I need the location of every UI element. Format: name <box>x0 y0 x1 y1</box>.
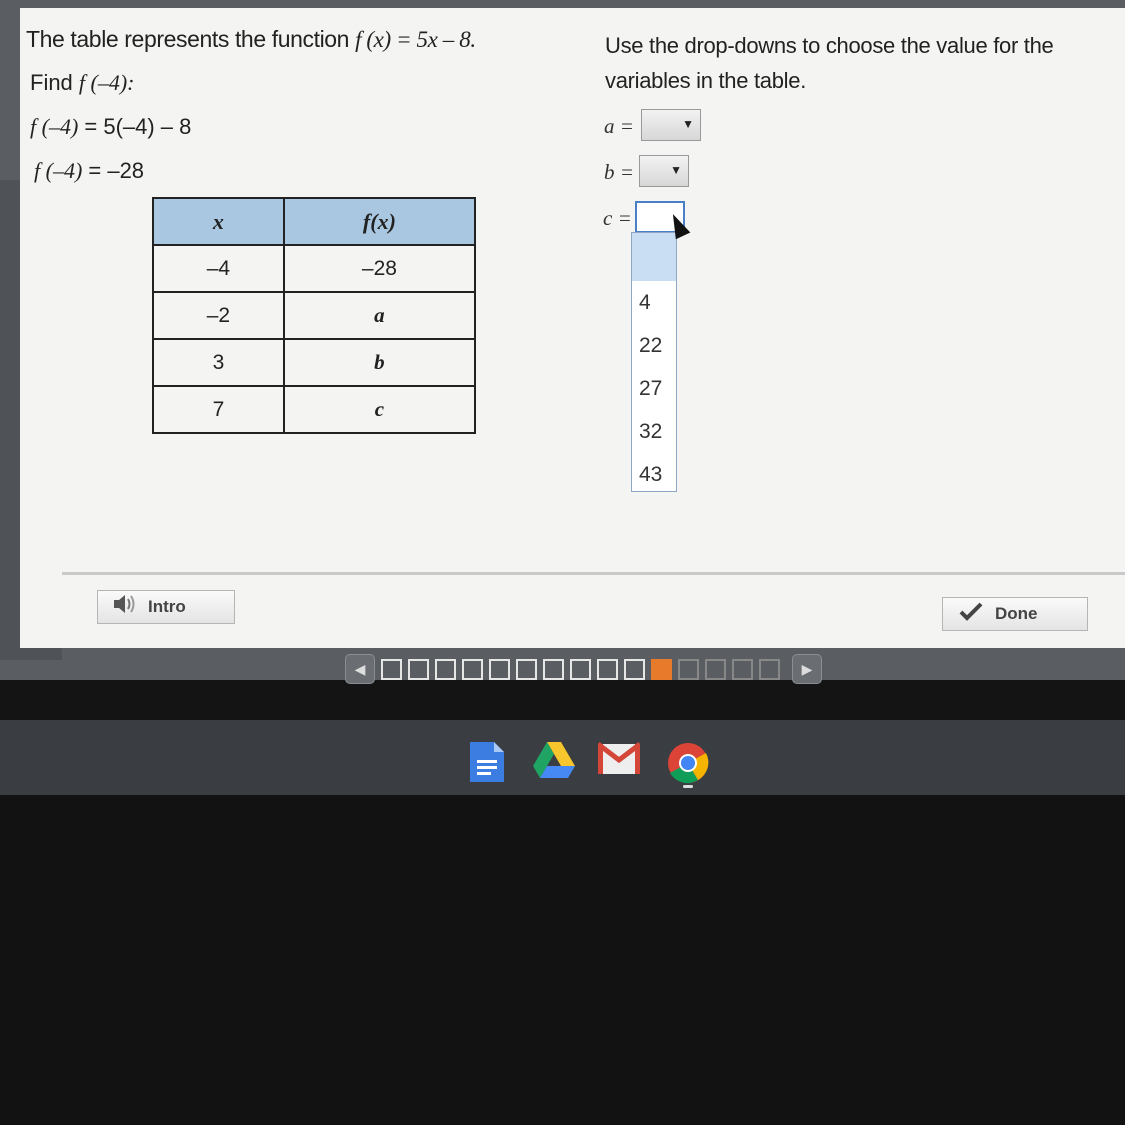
dropdown-option-blank[interactable] <box>632 233 676 281</box>
step2-rhs: = –28 <box>82 158 145 183</box>
dropdown-a[interactable]: ▼ <box>641 109 701 141</box>
progress-step[interactable] <box>570 658 591 680</box>
progress-step[interactable] <box>597 658 618 680</box>
progress-step[interactable] <box>381 658 402 680</box>
cell-fx: b <box>282 338 477 387</box>
progress-step[interactable] <box>543 658 564 680</box>
checkmark-icon <box>959 601 983 627</box>
dropdown-b[interactable]: ▼ <box>639 155 689 187</box>
cell-fx: a <box>282 291 477 340</box>
chevron-down-icon: ▼ <box>670 163 682 177</box>
cell-fx: –28 <box>282 244 477 293</box>
find-expression: f (–4): <box>78 70 135 95</box>
intro-label: Intro <box>148 597 186 616</box>
table-row: –4 –28 <box>152 244 477 293</box>
google-drive-icon[interactable] <box>533 742 575 782</box>
done-label: Done <box>995 604 1038 623</box>
label-b: b = <box>604 160 634 184</box>
solution-step-1: f (–4) = 5(–4) – 8 <box>30 114 191 140</box>
chevron-right-icon: ▶ <box>801 660 813 677</box>
cell-fx: c <box>282 385 477 434</box>
label-a: a = <box>604 114 634 138</box>
progress-step[interactable] <box>732 658 753 680</box>
progress-step[interactable] <box>435 658 456 680</box>
progress-step[interactable] <box>462 658 483 680</box>
cell-x: –2 <box>152 291 285 340</box>
gmail-icon[interactable] <box>596 742 642 782</box>
chrome-icon[interactable] <box>667 742 709 784</box>
progress-navigation: ◀ ▶ <box>345 653 822 685</box>
chevron-left-icon: ◀ <box>354 660 366 677</box>
statement-prefix: The table represents the function <box>26 26 356 52</box>
table-row: –2 a <box>152 291 477 340</box>
function-expression: f (x) = 5x – 8. <box>355 27 476 52</box>
prev-page-button[interactable]: ◀ <box>345 654 375 684</box>
header-fx: f(x) <box>282 197 477 246</box>
progress-step[interactable] <box>759 658 780 680</box>
instructions: Use the drop-downs to choose the value f… <box>605 33 1054 93</box>
cell-x: 3 <box>152 338 285 387</box>
find-label: Find <box>30 70 79 95</box>
dropdown-option[interactable]: 4 <box>632 281 676 324</box>
progress-step-current[interactable] <box>651 658 672 680</box>
step1-lhs: f (–4) <box>30 114 79 139</box>
table-row: 3 b <box>152 338 477 387</box>
progress-step[interactable] <box>516 658 537 680</box>
active-app-indicator <box>683 785 693 788</box>
chevron-down-icon: ▼ <box>682 117 694 131</box>
table-row: 7 c <box>152 385 477 434</box>
problem-statement: The table represents the function f (x) … <box>26 26 476 53</box>
progress-step[interactable] <box>408 658 429 680</box>
dropdown-option[interactable]: 32 <box>632 410 676 453</box>
dropdown-option[interactable]: 27 <box>632 367 676 410</box>
progress-step[interactable] <box>489 658 510 680</box>
cell-x: 7 <box>152 385 285 434</box>
step2-lhs: f (–4) <box>34 158 83 183</box>
cell-x: –4 <box>152 244 285 293</box>
dropdown-option[interactable]: 43 <box>632 453 676 496</box>
progress-step[interactable] <box>705 658 726 680</box>
header-x: x <box>152 197 285 246</box>
progress-step[interactable] <box>624 658 645 680</box>
find-prompt: Find f (–4): <box>30 70 135 96</box>
speaker-icon <box>112 593 136 621</box>
keyboard-deck <box>0 795 1125 1125</box>
done-button[interactable]: Done <box>942 597 1088 631</box>
dropdown-option[interactable]: 22 <box>632 324 676 367</box>
intro-button[interactable]: Intro <box>97 590 235 624</box>
step1-rhs: = 5(–4) – 8 <box>78 114 192 139</box>
table-header-row: x f(x) <box>152 197 477 246</box>
dropdown-c-menu[interactable]: 4 22 27 32 43 <box>631 232 677 492</box>
function-table: x f(x) –4 –28 –2 a 3 b 7 c <box>152 197 477 434</box>
label-c: c = <box>603 206 632 230</box>
google-docs-icon[interactable] <box>470 742 510 782</box>
progress-step[interactable] <box>678 658 699 680</box>
next-page-button[interactable]: ▶ <box>792 654 822 684</box>
solution-step-2: f (–4) = –28 <box>34 158 144 184</box>
panel-divider <box>62 572 1125 575</box>
